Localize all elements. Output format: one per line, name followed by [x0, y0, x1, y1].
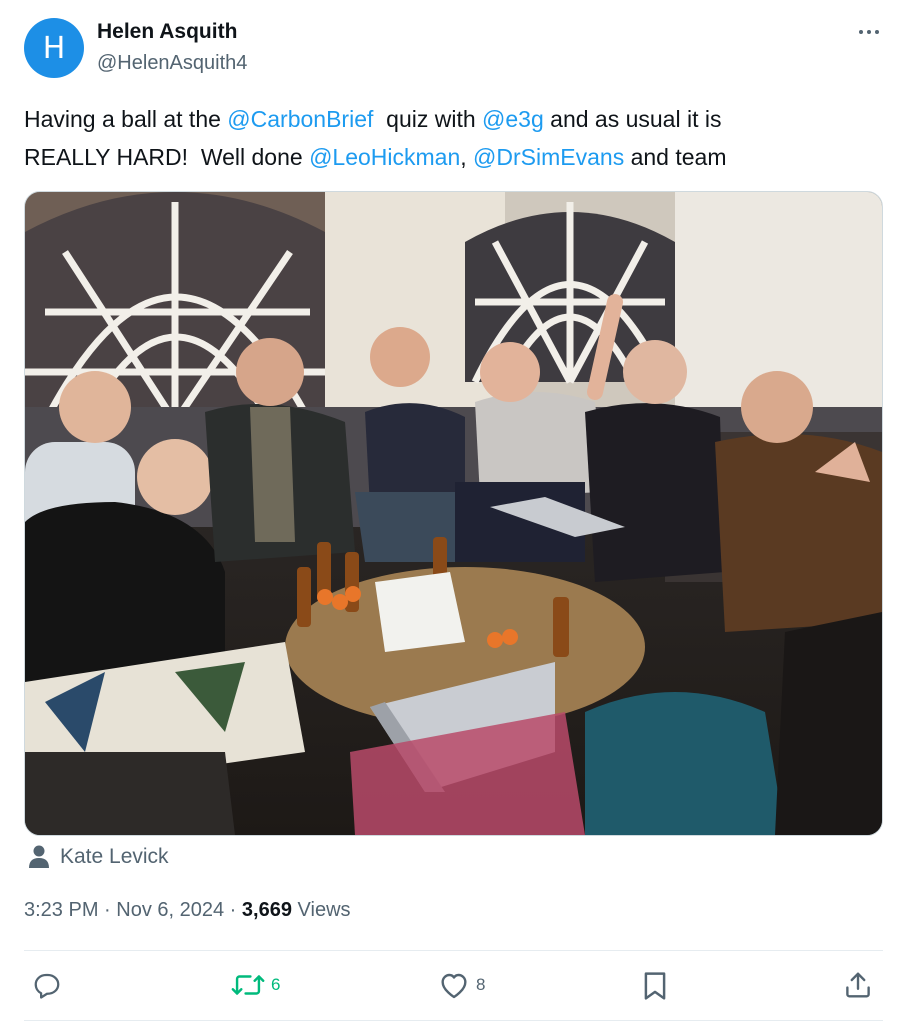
user-handle[interactable]: @HelenAsquith4	[97, 52, 247, 75]
bookmark-button[interactable]	[642, 970, 674, 1002]
reply-button[interactable]	[32, 970, 68, 1000]
reply-icon	[34, 973, 60, 999]
tweet-date[interactable]: Nov 6, 2024	[116, 899, 224, 921]
share-button[interactable]	[843, 970, 879, 1000]
photo-scene	[25, 192, 882, 835]
more-dot-icon	[867, 30, 871, 34]
more-dot-icon	[875, 30, 879, 34]
bookmark-icon	[644, 972, 666, 1000]
mention-carbonbrief[interactable]: @CarbonBrief	[227, 106, 373, 132]
tagged-user-name: Kate Levick	[60, 845, 169, 868]
avatar[interactable]: H	[24, 18, 84, 78]
heart-icon	[441, 973, 467, 999]
retweet-count: 6	[271, 975, 281, 994]
divider	[24, 1020, 883, 1021]
tweet-text: Having a ball at the @CarbonBrief quiz w…	[24, 100, 884, 176]
person-icon	[29, 845, 49, 868]
mention-drsimevans[interactable]: @DrSimEvans	[473, 144, 624, 170]
views-label: Views	[291, 899, 351, 921]
display-name[interactable]: Helen Asquith	[97, 20, 237, 44]
tagged-user[interactable]: Kate Levick	[28, 845, 169, 869]
tweet-meta: 3:23 PM · Nov 6, 2024 · 3,669 Views	[24, 899, 351, 921]
retweet-button[interactable]: 6	[231, 970, 280, 1000]
mention-e3g[interactable]: @e3g	[482, 106, 544, 132]
mention-leohickman[interactable]: @LeoHickman	[309, 144, 460, 170]
tweet-text-line-2: REALLY HARD! Well done @LeoHickman, @DrS…	[24, 144, 727, 170]
quiz-sheet	[375, 572, 465, 652]
views-count: 3,669	[241, 899, 292, 921]
tweet-text-line-1: Having a ball at the @CarbonBrief quiz w…	[24, 106, 722, 132]
share-icon	[846, 972, 870, 998]
tweet-time[interactable]: 3:23 PM	[24, 899, 98, 921]
divider	[24, 950, 883, 951]
more-options-button[interactable]	[851, 20, 887, 44]
more-dot-icon	[859, 30, 863, 34]
like-count: 8	[476, 975, 486, 994]
tweet-photo[interactable]	[24, 191, 883, 836]
like-button[interactable]: 8	[438, 970, 485, 1000]
tweet: H Helen Asquith @HelenAsquith4 Having a …	[0, 0, 907, 1024]
retweet-icon	[231, 975, 265, 995]
